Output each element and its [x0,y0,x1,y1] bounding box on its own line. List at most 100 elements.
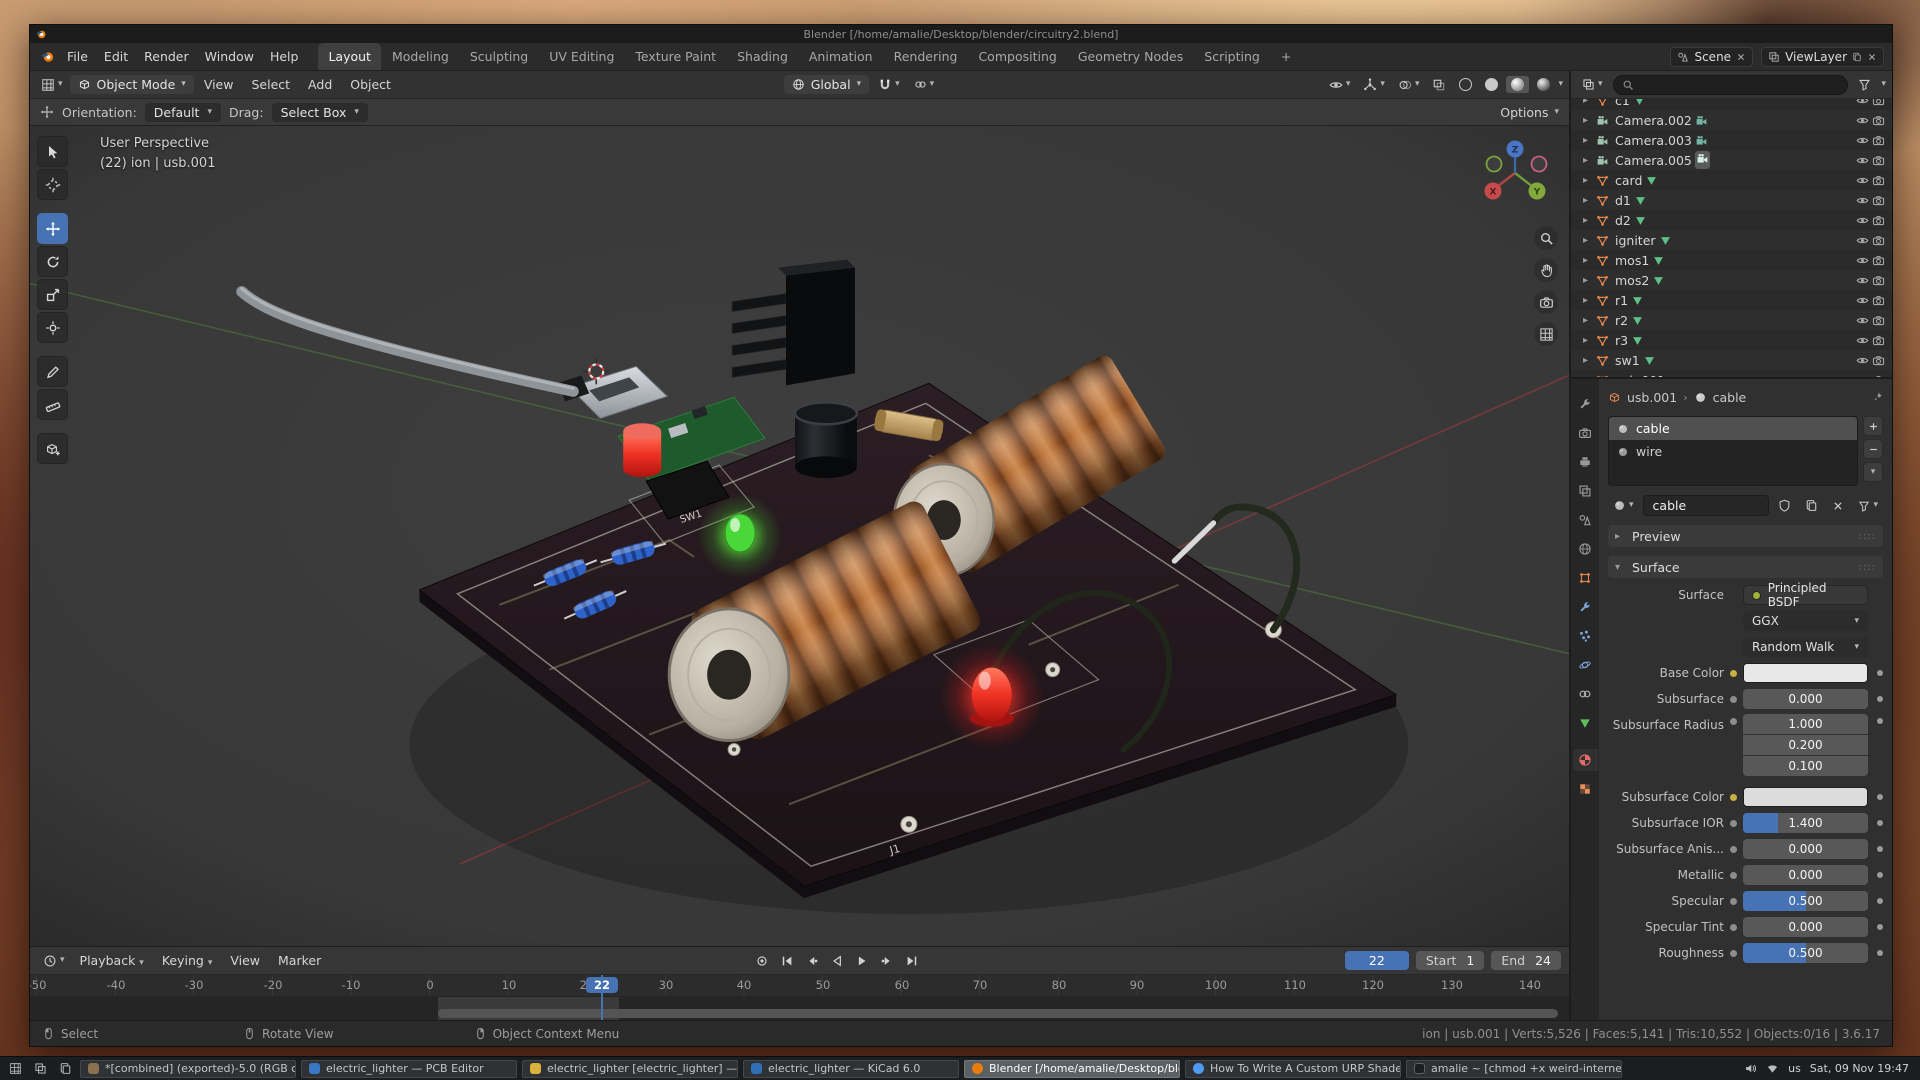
disclosure-arrow[interactable]: ▸ [1583,99,1593,106]
play-button[interactable] [851,951,874,971]
gizmo-axis-neg-y[interactable] [1487,157,1502,172]
constraints-tab[interactable] [1573,683,1598,705]
outliner-row-mos2[interactable]: ▸ mos2 [1571,270,1892,290]
outliner-row-igniter[interactable]: ▸ igniter [1571,230,1892,250]
render-visibility-icon[interactable] [1872,294,1885,307]
animate-dot[interactable] [1877,820,1883,826]
disclosure-arrow[interactable]: ▸ [1583,295,1593,306]
surface-panel-header[interactable]: ▾ Surface :::: [1608,556,1883,578]
remove-view-layer-icon[interactable] [1867,52,1877,62]
overlays-dropdown[interactable]: ▾ [1393,76,1425,94]
browse-material-button[interactable]: ▾ [1608,497,1639,514]
outliner-row-d2[interactable]: ▸ d2 [1571,210,1892,230]
tab-layout[interactable]: Layout [318,43,381,70]
subsurface-ior-slider[interactable]: 1.400 [1743,813,1868,833]
tab-compositing[interactable]: Compositing [968,43,1066,70]
network-icon[interactable] [1766,1062,1779,1075]
outliner-row-camera-005[interactable]: ▸ Camera.005 [1571,150,1892,170]
scene-selector[interactable]: Scene [1670,47,1753,67]
modifiers-tab[interactable] [1573,596,1598,618]
add-slot-button[interactable] [1863,416,1883,436]
tab-animation[interactable]: Animation [799,43,883,70]
metallic-slider[interactable]: 0.000 [1743,865,1868,885]
disclosure-arrow[interactable]: ▸ [1583,195,1593,206]
render-visibility-icon[interactable] [1872,134,1885,147]
animate-dot[interactable] [1877,950,1883,956]
slot-specials-button[interactable]: ▾ [1863,462,1883,482]
hide-eye-icon[interactable] [1856,114,1869,127]
hide-eye-icon[interactable] [1856,134,1869,147]
animate-dot[interactable] [1877,898,1883,904]
object-data-tab[interactable] [1573,712,1598,734]
outliner-row-camera-003[interactable]: ▸ Camera.003 [1571,130,1892,150]
zoom-button[interactable] [1534,226,1558,250]
disclosure-arrow[interactable]: ▸ [1583,175,1593,186]
output-tab[interactable] [1573,451,1598,473]
taskbar-window-pcb-editor[interactable]: electric_lighter — PCB Editor [301,1060,517,1078]
disclosure-arrow[interactable]: ▸ [1583,315,1593,326]
animate-dot[interactable] [1877,794,1883,800]
texture-tab[interactable] [1573,778,1598,800]
tab-modeling[interactable]: Modeling [382,43,459,70]
hide-eye-icon[interactable] [1856,234,1869,247]
render-visibility-icon[interactable] [1872,234,1885,247]
radius-z-field[interactable]: 0.100 [1743,756,1868,776]
timeline-editor-type-button[interactable]: ▾ [38,952,70,970]
menu-render[interactable]: Render [136,46,197,67]
gizmos-dropdown[interactable]: ▾ [1358,76,1390,94]
keyboard-layout-indicator[interactable]: us [1788,1062,1801,1075]
window-titlebar[interactable]: Blender [/home/amalie/Desktop/blender/ci… [30,25,1892,43]
render-visibility-icon[interactable] [1872,174,1885,187]
hide-eye-icon[interactable] [1856,254,1869,267]
keying-menu[interactable]: Keying ▾ [154,950,221,971]
render-visibility-icon[interactable] [1872,314,1885,327]
subsurface-anisotropy-slider[interactable]: 0.000 [1743,839,1868,859]
radius-y-field[interactable]: 0.200 [1743,735,1868,755]
tab-uv-editing[interactable]: UV Editing [539,43,624,70]
menu-select[interactable]: Select [243,74,298,95]
taskbar-window-gimp[interactable]: *[combined] (exported)-5.0 (RGB color 8-… [80,1060,296,1078]
object-tab[interactable] [1573,567,1598,589]
clock[interactable]: Sat, 09 Nov 19:47 [1810,1062,1909,1075]
unlink-scene-icon[interactable] [1736,52,1746,62]
timeline-view-menu[interactable]: View [222,950,268,971]
menu-file[interactable]: File [59,46,96,67]
disclosure-arrow[interactable]: ▸ [1583,355,1593,366]
preview-panel-header[interactable]: ▸ Preview :::: [1608,525,1883,547]
jump-to-end-button[interactable] [901,951,924,971]
xray-toggle[interactable] [1427,76,1451,94]
hide-eye-icon[interactable] [1856,214,1869,227]
render-visibility-icon[interactable] [1872,274,1885,287]
jump-to-start-button[interactable] [776,951,799,971]
timeline-scrollbar[interactable] [438,1009,1558,1018]
outliner-row-usb[interactable]: ▸ usb.001 [1571,370,1892,377]
pin-icon[interactable] [1871,391,1883,403]
taskbar-window-schematic[interactable]: electric_lighter [electric_lighter] — Sc… [522,1060,738,1078]
render-visibility-icon[interactable] [1872,214,1885,227]
add-workspace-button[interactable]: + [1271,43,1301,70]
tab-shading[interactable]: Shading [727,43,798,70]
shading-wireframe-button[interactable] [1454,76,1477,93]
disclosure-arrow[interactable]: ▸ [1583,235,1593,246]
cursor-tool[interactable] [37,169,68,200]
disclosure-arrow[interactable]: ▸ [1583,335,1593,346]
shading-rendered-button[interactable] [1532,76,1555,93]
sss-method-select[interactable]: Random Walk▾ [1743,637,1868,657]
outliner-editor-type-button[interactable]: ▾ [1577,76,1608,93]
hide-eye-icon[interactable] [1856,314,1869,327]
outliner-row-r1[interactable]: ▸ r1 [1571,290,1892,310]
disclosure-arrow[interactable]: ▸ [1583,255,1593,266]
hide-eye-icon[interactable] [1856,354,1869,367]
menu-object[interactable]: Object [342,74,399,95]
surface-shader-button[interactable]: Principled BSDF [1743,585,1868,605]
disclosure-arrow[interactable]: ▸ [1583,215,1593,226]
next-keyframe-button[interactable] [876,951,899,971]
orientation-select[interactable]: Default▾ [145,103,221,122]
camera-view-button[interactable] [1534,290,1558,314]
menu-window[interactable]: Window [197,46,262,67]
tab-rendering[interactable]: Rendering [884,43,968,70]
timeline-track[interactable] [30,997,1569,1020]
hide-eye-icon[interactable] [1856,334,1869,347]
material-name-field[interactable]: cable [1643,495,1770,516]
new-material-button[interactable] [1800,497,1823,514]
